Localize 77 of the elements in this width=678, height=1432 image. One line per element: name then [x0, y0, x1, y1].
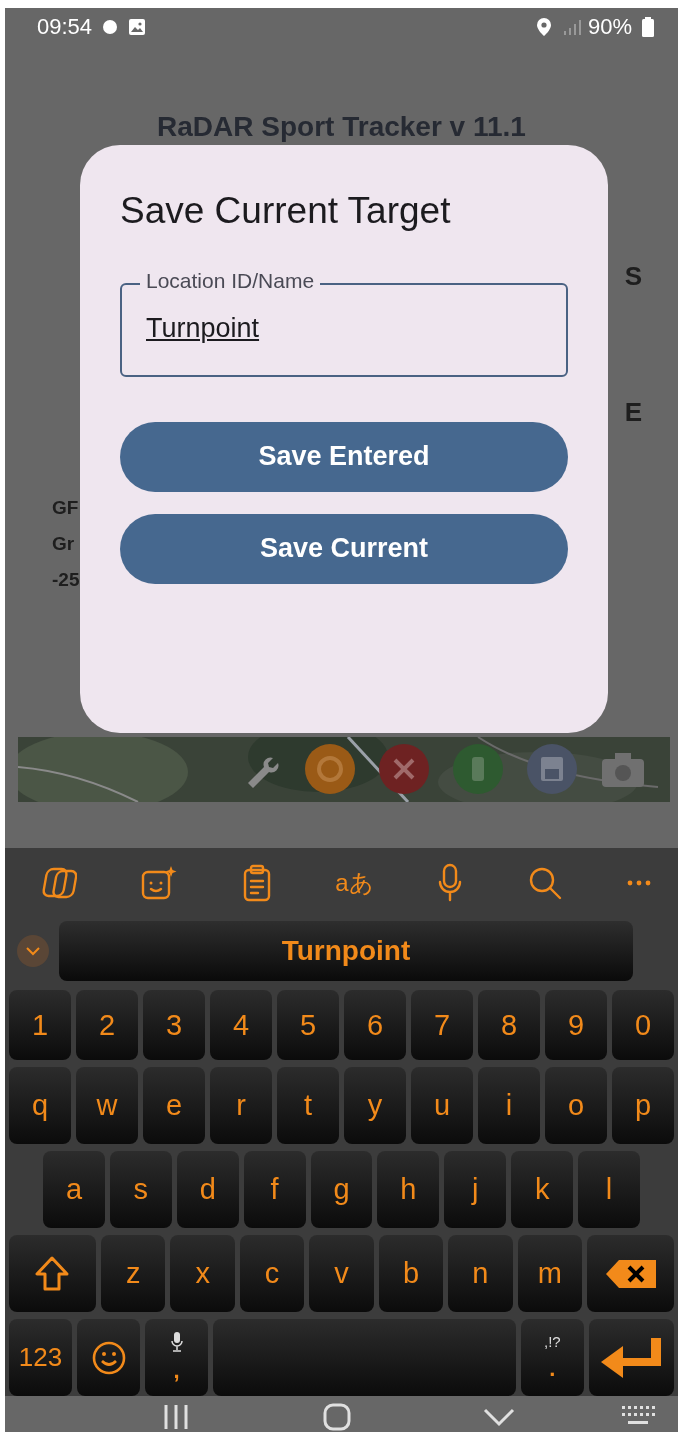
save-button[interactable]: Save Current — [120, 513, 568, 584]
symbols-key[interactable]: 123 — [9, 1319, 73, 1397]
key[interactable]: m — [517, 1235, 583, 1313]
shift-key[interactable] — [9, 1235, 96, 1313]
battery-percentage: 90% — [587, 13, 632, 40]
key[interactable]: k — [511, 1151, 574, 1229]
key[interactable]: p — [612, 1067, 674, 1145]
image-icon — [128, 17, 147, 36]
dot-icon — [102, 18, 119, 35]
key[interactable]: x — [170, 1235, 235, 1313]
info-text: -25 — [52, 568, 80, 591]
more-icon[interactable] — [626, 879, 652, 888]
microphone-icon — [170, 1331, 183, 1352]
chevron-down-icon[interactable] — [482, 1407, 515, 1427]
enter-key[interactable] — [588, 1319, 674, 1397]
key[interactable]: f — [243, 1151, 306, 1229]
key[interactable]: 2 — [76, 990, 138, 1061]
key[interactable]: l — [578, 1151, 640, 1229]
location-pin-icon — [535, 16, 552, 37]
enter-icon — [599, 1335, 664, 1380]
backspace-icon — [604, 1258, 657, 1289]
key[interactable]: 8 — [478, 990, 540, 1061]
status-time: 09:54 — [37, 13, 93, 40]
info-text: GF — [52, 496, 80, 519]
emoji-key[interactable] — [77, 1319, 141, 1397]
label-text: E — [624, 396, 642, 428]
key[interactable]: 6 — [344, 990, 406, 1061]
period-key[interactable]: ,!? . — [520, 1319, 584, 1397]
translate-button[interactable]: aあ — [335, 867, 374, 900]
key[interactable]: h — [377, 1151, 440, 1229]
key[interactable]: e — [143, 1067, 205, 1145]
backspace-key[interactable] — [587, 1235, 675, 1313]
collapse-button[interactable] — [17, 935, 49, 968]
app-title: RaDAR Sport Tracker v 11.1 — [157, 110, 526, 144]
save-button[interactable]: Save Entered — [120, 421, 568, 492]
key[interactable]: t — [277, 1067, 339, 1145]
shift-icon — [34, 1254, 71, 1293]
key[interactable]: z — [101, 1235, 166, 1313]
key[interactable]: i — [478, 1067, 540, 1145]
dialog-title: Save Current Target — [120, 188, 452, 233]
target-button-icon[interactable] — [304, 743, 356, 796]
key[interactable]: j — [444, 1151, 507, 1229]
key[interactable]: w — [76, 1067, 138, 1145]
key[interactable]: b — [378, 1235, 444, 1313]
key[interactable]: s — [109, 1151, 172, 1229]
key[interactable]: c — [239, 1235, 305, 1313]
cancel-button-icon[interactable] — [378, 743, 430, 796]
key[interactable]: 5 — [277, 990, 339, 1061]
comma-key[interactable]: , — [145, 1319, 209, 1397]
key[interactable]: u — [411, 1067, 473, 1145]
label-text: S — [624, 260, 642, 292]
key[interactable]: r — [210, 1067, 272, 1145]
key[interactable]: 4 — [210, 990, 272, 1061]
key[interactable]: y — [344, 1067, 406, 1145]
key[interactable]: g — [310, 1151, 373, 1229]
smiley-icon — [90, 1339, 127, 1376]
key[interactable]: 3 — [143, 990, 205, 1061]
chevron-down-icon — [26, 946, 40, 956]
key[interactable]: 9 — [545, 990, 607, 1061]
location-name-field[interactable]: Location ID/Name Turnpoint — [120, 267, 568, 377]
key[interactable]: n — [448, 1235, 513, 1313]
key[interactable]: o — [545, 1067, 607, 1145]
info-text: Gr — [52, 532, 76, 555]
key[interactable]: v — [309, 1235, 374, 1313]
key[interactable]: 1 — [9, 990, 71, 1061]
battery-icon — [642, 16, 654, 37]
key[interactable]: 0 — [612, 990, 674, 1061]
clipboard-icon[interactable] — [241, 864, 272, 903]
key[interactable]: q — [9, 1067, 71, 1145]
suggestion-chip[interactable]: Turnpoint — [59, 921, 633, 982]
key[interactable]: d — [176, 1151, 239, 1229]
floppy-disk-icon[interactable] — [526, 743, 578, 796]
key[interactable]: a — [43, 1151, 105, 1229]
home-icon[interactable] — [321, 1402, 352, 1432]
microphone-icon[interactable] — [437, 863, 464, 904]
key[interactable]: 7 — [411, 990, 473, 1061]
signal-icon — [561, 17, 582, 36]
